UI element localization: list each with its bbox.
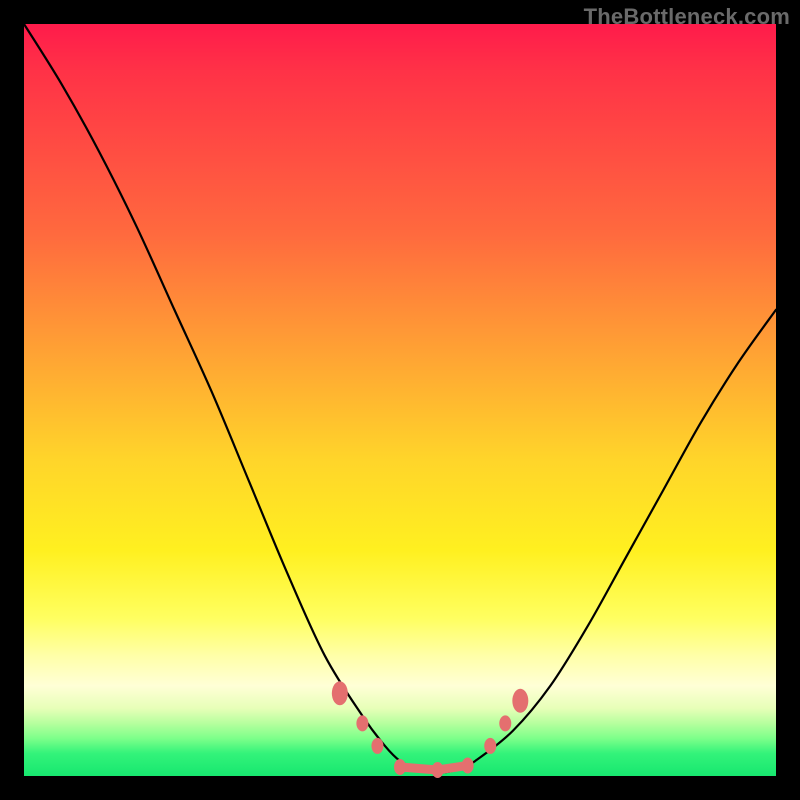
marker-right-lower	[484, 738, 496, 754]
marker-trough-left	[394, 759, 406, 775]
marker-trough-right	[462, 757, 474, 773]
marker-right-upper	[499, 715, 511, 731]
marker-left-lower	[371, 738, 383, 754]
marker-group	[332, 681, 528, 778]
marker-left-upper	[356, 715, 368, 731]
chart-svg	[24, 24, 776, 776]
marker-trough-mid	[432, 762, 444, 778]
marker-left-shoulder	[332, 681, 348, 705]
bottleneck-curve	[24, 24, 776, 773]
chart-frame	[24, 24, 776, 776]
marker-right-shoulder	[512, 689, 528, 713]
